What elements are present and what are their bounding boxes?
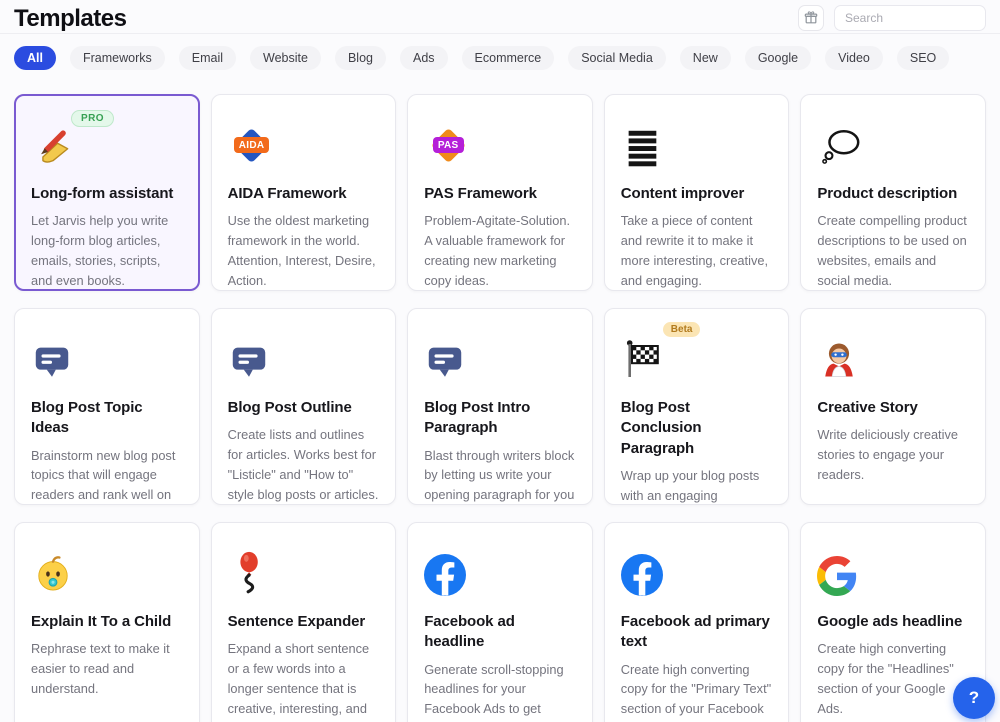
card-title: Blog Post Conclusion Paragraph — [621, 398, 773, 459]
superhero-icon — [817, 338, 861, 382]
tab-seo[interactable]: SEO — [897, 46, 949, 70]
filter-tabs: All Frameworks Email Website Blog Ads Ec… — [14, 46, 986, 70]
tab-video[interactable]: Video — [825, 46, 883, 70]
card-title: Blog Post Intro Paragraph — [424, 398, 576, 439]
card-description: Create compelling product descriptions t… — [817, 211, 969, 291]
search-input[interactable] — [834, 5, 986, 31]
card-head — [228, 536, 380, 596]
card-head — [31, 536, 183, 596]
template-card-facebook-ad-primary-text[interactable]: Facebook ad primary text Create high con… — [604, 522, 790, 722]
card-title: Creative Story — [817, 398, 969, 418]
page-header: Templates — [0, 0, 1000, 34]
template-card-aida-framework[interactable]: AIDA AIDA Framework Use the oldest marke… — [211, 94, 397, 291]
template-card-pas-framework[interactable]: PAS PAS Framework Problem-Agitate-Soluti… — [407, 94, 593, 291]
pas-diamond-icon: PAS — [424, 122, 472, 168]
card-description: Brainstorm new blog post topics that wil… — [31, 446, 183, 506]
template-card-facebook-ad-headline[interactable]: Facebook ad headline Generate scroll-sto… — [407, 522, 593, 722]
card-head — [621, 536, 773, 596]
card-title: PAS Framework — [424, 184, 576, 204]
tab-google[interactable]: Google — [745, 46, 811, 70]
tab-frameworks[interactable]: Frameworks — [70, 46, 165, 70]
card-description: Let Jarvis help you write long-form blog… — [31, 211, 183, 291]
writing-hand-icon — [31, 124, 75, 168]
card-description: Create high converting copy for the "Hea… — [817, 639, 969, 719]
card-description: Use the oldest marketing framework in th… — [228, 211, 380, 291]
card-head — [621, 108, 773, 168]
card-title: Long-form assistant — [31, 184, 183, 204]
template-card-blog-post-outline[interactable]: Blog Post Outline Create lists and outli… — [211, 308, 397, 505]
tab-blog[interactable]: Blog — [335, 46, 386, 70]
tab-social-media[interactable]: Social Media — [568, 46, 666, 70]
speech-bubble-icon — [424, 342, 466, 382]
tab-all[interactable]: All — [14, 46, 56, 70]
card-head: AIDA — [228, 108, 380, 168]
card-head — [817, 536, 969, 596]
card-title: Sentence Expander — [228, 612, 380, 632]
template-card-blog-post-intro-paragraph[interactable]: Blog Post Intro Paragraph Blast through … — [407, 308, 593, 505]
template-card-blog-post-topic-ideas[interactable]: Blog Post Topic Ideas Brainstorm new blo… — [14, 308, 200, 505]
templates-page: Templates All Frameworks Email Website B… — [0, 0, 1000, 722]
google-icon — [817, 556, 857, 596]
facebook-icon — [424, 554, 466, 596]
templates-grid: PRO Long-form assistant Let Jarvis help … — [14, 94, 986, 722]
chequered-flag-icon — [621, 338, 665, 382]
tab-website[interactable]: Website — [250, 46, 321, 70]
card-head — [424, 536, 576, 596]
card-title: Facebook ad headline — [424, 612, 576, 653]
gift-button[interactable] — [798, 5, 824, 31]
card-head — [817, 322, 969, 382]
card-title: Blog Post Topic Ideas — [31, 398, 183, 439]
template-card-content-improver[interactable]: Content improver Take a piece of content… — [604, 94, 790, 291]
tab-ads[interactable]: Ads — [400, 46, 448, 70]
tab-ecommerce[interactable]: Ecommerce — [462, 46, 555, 70]
card-head — [424, 322, 576, 382]
card-description: Rephrase text to make it easier to read … — [31, 639, 183, 699]
template-card-explain-it-to-a-child[interactable]: Explain It To a Child Rephrase text to m… — [14, 522, 200, 722]
card-title: Facebook ad primary text — [621, 612, 773, 653]
card-head: PRO — [31, 108, 183, 168]
card-head — [228, 322, 380, 382]
card-title: Content improver — [621, 184, 773, 204]
card-title: Explain It To a Child — [31, 612, 183, 632]
beta-badge: Beta — [663, 322, 701, 337]
speech-bubble-icon — [31, 342, 73, 382]
card-title: Blog Post Outline — [228, 398, 380, 418]
balloon-icon — [228, 550, 272, 596]
template-card-product-description[interactable]: Product description Create compelling pr… — [800, 94, 986, 291]
card-description: Take a piece of content and rewrite it t… — [621, 211, 773, 291]
card-title: AIDA Framework — [228, 184, 380, 204]
card-description: Write deliciously creative stories to en… — [817, 425, 969, 485]
card-description: Problem-Agitate-Solution. A valuable fra… — [424, 211, 576, 291]
facebook-icon — [621, 554, 663, 596]
card-description: Blast through writers block by letting u… — [424, 446, 576, 506]
pro-badge: PRO — [71, 110, 114, 127]
thought-bubble-icon — [817, 128, 863, 168]
help-button[interactable]: ? — [953, 677, 995, 719]
tab-new[interactable]: New — [680, 46, 731, 70]
aida-diamond-icon: AIDA — [228, 122, 276, 168]
baby-icon — [31, 552, 75, 596]
template-card-long-form-assistant[interactable]: PRO Long-form assistant Let Jarvis help … — [14, 94, 200, 291]
question-mark-icon: ? — [969, 688, 979, 708]
card-title: Google ads headline — [817, 612, 969, 632]
gift-icon — [804, 11, 818, 25]
speech-bubble-icon — [228, 342, 270, 382]
card-description: Create lists and outlines for articles. … — [228, 425, 380, 505]
template-card-blog-post-conclusion-paragraph[interactable]: Beta Blog Post Conclusion Paragraph Wrap… — [604, 308, 790, 505]
tab-email[interactable]: Email — [179, 46, 236, 70]
template-card-creative-story[interactable]: Creative Story Write deliciously creativ… — [800, 308, 986, 505]
card-head — [31, 322, 183, 382]
page-title: Templates — [14, 5, 126, 33]
card-head: PAS — [424, 108, 576, 168]
template-card-sentence-expander[interactable]: Sentence Expander Expand a short sentenc… — [211, 522, 397, 722]
card-head: Beta — [621, 322, 773, 382]
card-description: Create high converting copy for the "Pri… — [621, 660, 773, 722]
card-description: Generate scroll-stopping headlines for y… — [424, 660, 576, 722]
card-description: Expand a short sentence or a few words i… — [228, 639, 380, 722]
header-controls — [798, 5, 986, 31]
card-description: Wrap up your blog posts with an engaging… — [621, 466, 773, 505]
card-head — [817, 108, 969, 168]
text-lines-icon — [621, 126, 663, 168]
card-title: Product description — [817, 184, 969, 204]
